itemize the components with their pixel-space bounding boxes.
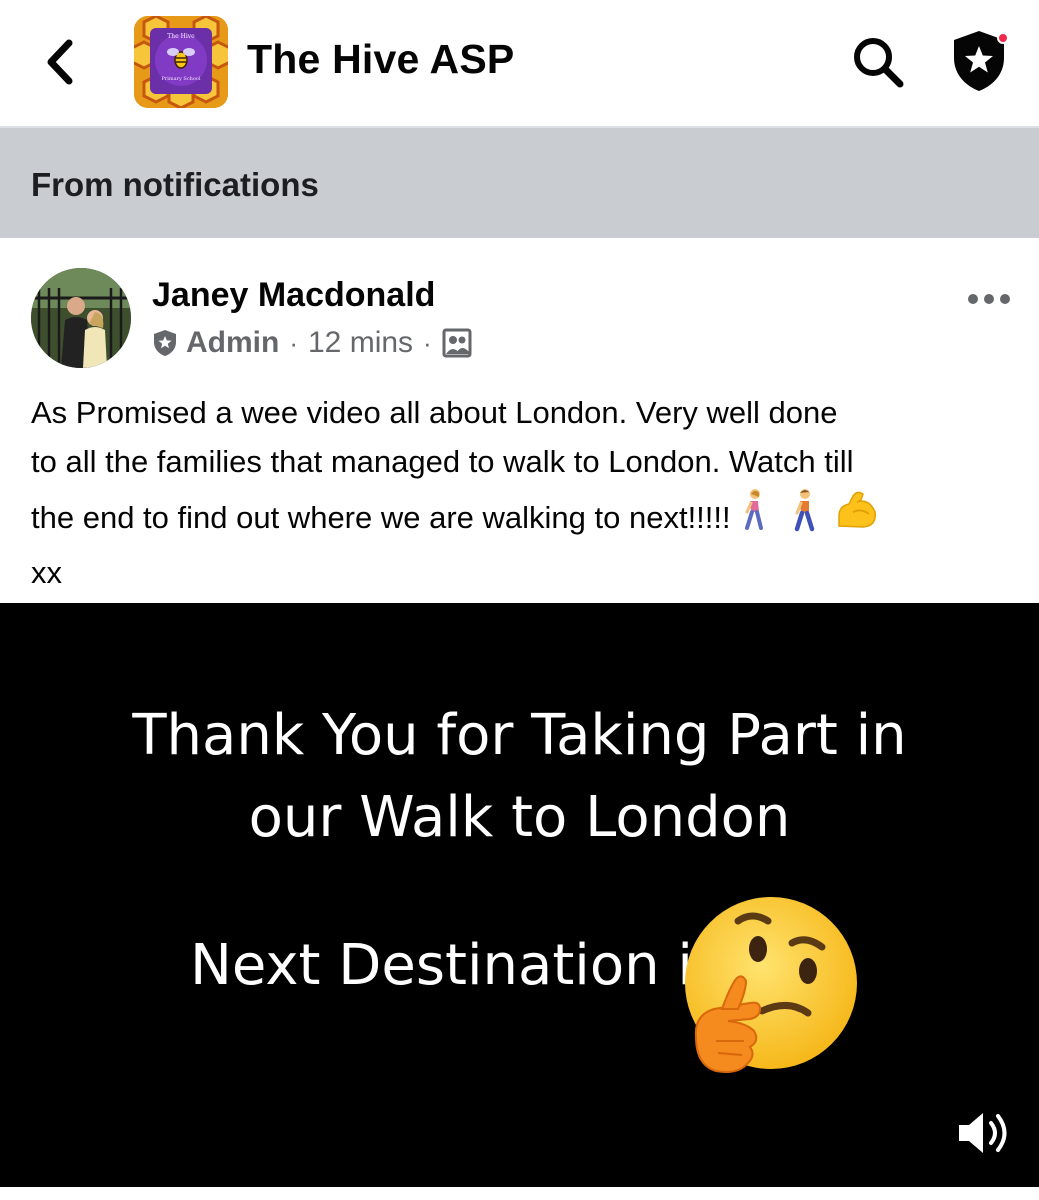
logo-text: The Hive: [167, 33, 195, 40]
post-text-line: As Promised a wee video all about London…: [31, 395, 838, 430]
more-dots-icon: [968, 294, 1010, 304]
post-meta: Admin · 12 mins ·: [152, 324, 472, 362]
group-logo[interactable]: The Hive Primary School: [134, 16, 228, 108]
video-title-line: Thank You for Taking Part in: [132, 703, 907, 768]
post-timestamp[interactable]: 12 mins: [308, 326, 413, 360]
man-walking-emoji: [787, 488, 823, 546]
notification-dot: [997, 32, 1009, 44]
video-title-line: our Walk to London: [248, 785, 791, 850]
thinking-face-emoji: [685, 897, 857, 1073]
search-button[interactable]: [846, 30, 910, 94]
shield-star-icon: [154, 330, 176, 356]
context-banner: From notifications: [0, 128, 1039, 238]
post-text: As Promised a wee video all about London…: [31, 388, 1016, 597]
flexed-biceps-emoji: [835, 490, 879, 544]
chevron-left-icon: [47, 39, 73, 85]
logo-subtext: Primary School: [162, 76, 201, 82]
meta-separator: ·: [289, 327, 298, 358]
top-navigation-bar: The Hive Primary School The Hive ASP: [0, 0, 1039, 128]
video-title: Thank You for Taking Part in our Walk to…: [0, 695, 1039, 859]
context-label: From notifications: [31, 166, 319, 203]
post-text-line: xx: [31, 555, 62, 590]
video-player[interactable]: Thank You for Taking Part in our Walk to…: [0, 603, 1039, 1187]
bottom-spacer: [0, 1187, 1039, 1200]
meta-separator: ·: [423, 327, 432, 358]
avatar[interactable]: [31, 268, 131, 368]
post-text-line: to all the families that managed to walk…: [31, 444, 854, 479]
role-badge: Admin: [186, 326, 280, 359]
more-options-button[interactable]: [964, 282, 1014, 316]
post-text-line-with-emoji: the end to find out where we are walking…: [31, 486, 1016, 548]
video-next-destination: Next Destination is: [190, 933, 723, 998]
search-icon: [854, 38, 904, 88]
author-name[interactable]: Janey Macdonald: [152, 276, 435, 315]
back-button[interactable]: [36, 36, 84, 88]
volume-icon: [959, 1113, 1007, 1153]
woman-walking-emoji: [737, 488, 773, 546]
group-title[interactable]: The Hive ASP: [247, 36, 514, 83]
post-text-line: the end to find out where we are walking…: [31, 499, 731, 535]
group-members-icon[interactable]: [442, 328, 472, 358]
volume-button[interactable]: [953, 1101, 1017, 1165]
